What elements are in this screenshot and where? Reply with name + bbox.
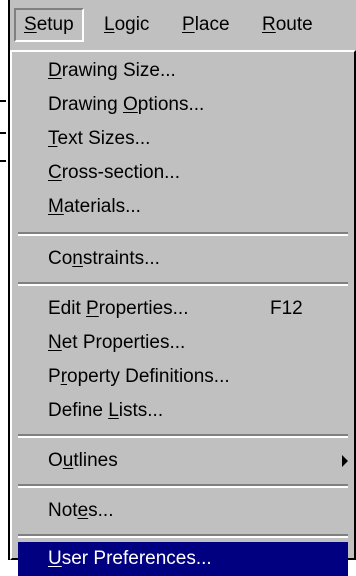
window-edge: [0, 0, 10, 560]
menu-item-notes[interactable]: Notes...: [18, 494, 348, 528]
menu-separator: [18, 232, 348, 236]
menu-label: etup: [36, 14, 74, 35]
menu-item-user-preferences[interactable]: User Preferences...: [18, 542, 348, 576]
label-part: rawing Size...: [61, 60, 176, 81]
menu-item-drawing-options[interactable]: Drawing Options...: [18, 88, 348, 122]
label-part: Drawing: [48, 94, 123, 115]
label-part: roperties...: [98, 298, 189, 319]
menu-separator: [18, 282, 348, 286]
label-part: Co: [48, 248, 73, 269]
label-part: ser Preferences...: [61, 548, 212, 569]
mnemonic: e: [77, 500, 89, 521]
window-edge-mark: [0, 132, 6, 134]
mnemonic: P: [86, 298, 99, 319]
menu-label: ogic: [114, 14, 150, 35]
label-part: straints...: [82, 248, 160, 269]
menu-route[interactable]: Route: [254, 8, 321, 42]
menu-item-net-properties[interactable]: Net Properties...: [18, 326, 348, 360]
menu-item-edit-properties[interactable]: Edit Properties... F12: [18, 292, 348, 326]
label-part: Edit: [48, 298, 87, 319]
mnemonic: N: [48, 332, 62, 353]
menu-separator: [18, 434, 348, 438]
menu-label: oute: [275, 14, 313, 35]
label-part: s...: [88, 500, 114, 521]
menu-separator: [18, 534, 348, 538]
label-part: operty Definitions...: [67, 366, 230, 387]
label-part: et Properties...: [61, 332, 186, 353]
mnemonic: T: [48, 128, 58, 149]
mnemonic: D: [48, 60, 62, 81]
mnemonic: C: [48, 162, 62, 183]
mnemonic: L: [108, 400, 119, 421]
menu-item-outlines[interactable]: Outlines: [18, 444, 348, 478]
menu-item-constraints[interactable]: Constraints...: [18, 242, 348, 276]
menu-item-property-definitions[interactable]: Property Definitions...: [18, 360, 348, 394]
label-part: ext Sizes...: [57, 128, 151, 149]
menu-item-cross-section[interactable]: Cross-section...: [18, 156, 348, 190]
menu-item-define-lists[interactable]: Define Lists...: [18, 394, 348, 428]
menu-place[interactable]: Place: [174, 8, 238, 42]
menu-item-drawing-size[interactable]: Drawing Size...: [18, 54, 348, 88]
label-part: O: [48, 450, 63, 471]
label-part: ross-section...: [61, 162, 180, 183]
label-part: aterials...: [63, 196, 141, 217]
label-part: ptions...: [137, 94, 205, 115]
window-edge-mark: [0, 160, 6, 162]
label-part: tlines: [73, 450, 118, 471]
mnemonic: n: [72, 248, 83, 269]
mnemonic: L: [104, 14, 115, 35]
label-part: P: [48, 366, 61, 387]
shortcut-label: F12: [270, 298, 303, 319]
menu-separator: [18, 484, 348, 488]
menu-bar: Setup Logic Place Route: [10, 0, 356, 50]
menu-logic[interactable]: Logic: [96, 8, 157, 42]
menu-item-materials[interactable]: Materials...: [18, 190, 348, 224]
mnemonic: u: [62, 450, 74, 471]
submenu-arrow-icon: [342, 455, 348, 467]
mnemonic: M: [48, 196, 64, 217]
label-part: ists...: [118, 400, 164, 421]
label-part: Not: [48, 500, 78, 521]
label-part: Define: [48, 400, 109, 421]
setup-dropdown-menu: Drawing Size... Drawing Options... Text …: [10, 50, 356, 576]
menu-item-text-sizes[interactable]: Text Sizes...: [18, 122, 348, 156]
mnemonic: O: [122, 94, 138, 115]
mnemonic: P: [182, 14, 195, 35]
mnemonic: U: [48, 548, 62, 569]
menu-label: lace: [194, 14, 230, 35]
window-edge-mark: [0, 100, 6, 102]
mnemonic: S: [24, 14, 37, 35]
menu-setup[interactable]: Setup: [14, 8, 84, 42]
mnemonic: R: [262, 14, 276, 35]
